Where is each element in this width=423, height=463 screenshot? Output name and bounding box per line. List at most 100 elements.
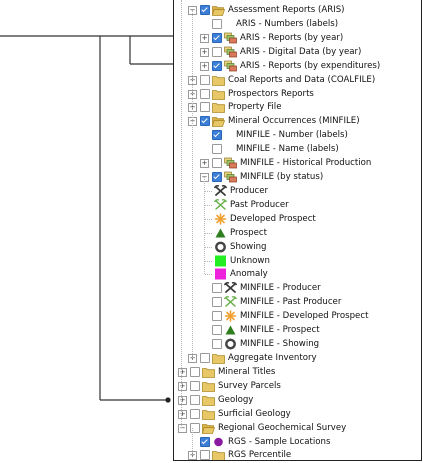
showing-ring-icon bbox=[214, 241, 227, 253]
layer-label: Prospect bbox=[230, 227, 267, 238]
layer-visibility-checkbox[interactable] bbox=[200, 450, 210, 460]
tree-connector-line bbox=[205, 274, 212, 276]
layer-label: MINFILE - Historical Production bbox=[240, 158, 372, 169]
layer-row[interactable]: + Aggregate Inventory bbox=[174, 351, 421, 365]
layer-visibility-checkbox[interactable] bbox=[212, 60, 222, 71]
folder-icon bbox=[212, 352, 225, 364]
layer-visibility-checkbox[interactable] bbox=[212, 283, 222, 294]
folder-icon bbox=[202, 380, 215, 392]
prospect-triangle-icon bbox=[224, 324, 237, 336]
expand-toggle-icon[interactable]: + bbox=[178, 409, 187, 419]
layer-visibility-checkbox[interactable] bbox=[200, 5, 210, 15]
layer-tree-panel: − Assessment Reports (ARIS) ARIS - Numbers… bbox=[173, 0, 422, 461]
layer-row[interactable]: − Assessment Reports (ARIS) bbox=[174, 3, 421, 17]
layer-visibility-checkbox[interactable] bbox=[200, 74, 210, 85]
layer-visibility-checkbox[interactable] bbox=[212, 297, 222, 308]
layer-visibility-checkbox[interactable] bbox=[212, 32, 222, 43]
layer-visibility-checkbox[interactable] bbox=[212, 130, 222, 141]
layer-visibility-checkbox[interactable] bbox=[212, 339, 222, 350]
folder-open-icon bbox=[211, 115, 226, 128]
layer-row[interactable]: − Regional Geochemical Survey bbox=[174, 421, 421, 435]
producer-pick-icon bbox=[213, 184, 228, 197]
layer-row[interactable]: MINFILE - Showing bbox=[174, 337, 421, 351]
layer-label: MINFILE - Showing bbox=[240, 339, 320, 350]
layer-visibility-checkbox[interactable] bbox=[190, 366, 200, 377]
layer-visibility-checkbox[interactable] bbox=[190, 394, 200, 405]
tree-connector-line bbox=[205, 190, 212, 192]
layer-visibility-checkbox[interactable] bbox=[200, 116, 210, 127]
layer-row[interactable]: − Mineral Occurrences (MINFILE) bbox=[174, 114, 421, 128]
layer-visibility-checkbox[interactable] bbox=[212, 46, 222, 57]
anomaly-square-icon bbox=[214, 268, 227, 280]
layer-row[interactable]: MINFILE - Producer bbox=[174, 281, 421, 295]
layer-row[interactable]: MINFILE - Name (labels) bbox=[174, 142, 421, 156]
tree-connector-line bbox=[192, 10, 193, 358]
layer-visibility-checkbox[interactable] bbox=[212, 144, 222, 155]
layer-visibility-checkbox[interactable] bbox=[212, 311, 222, 322]
layer-label: Property File bbox=[228, 102, 282, 113]
layer-label: MINFILE - Past Producer bbox=[240, 297, 342, 308]
layer-row[interactable]: RGS - Sample Locations bbox=[174, 435, 421, 449]
layer-label: MINFILE - Name (labels) bbox=[236, 144, 339, 155]
expand-toggle-icon[interactable]: + bbox=[200, 159, 209, 169]
folder-icon bbox=[202, 366, 215, 378]
layer-label: Prospectors Reports bbox=[228, 88, 314, 99]
layer-label: Regional Geochemical Survey bbox=[218, 422, 347, 433]
layer-row[interactable]: + Prospectors Reports bbox=[174, 87, 421, 101]
expand-toggle-icon[interactable]: + bbox=[200, 47, 209, 57]
layer-label: ARIS - Digital Data (by year) bbox=[240, 46, 362, 57]
layer-row[interactable]: + ARIS - Reports (by expenditures) bbox=[174, 59, 421, 73]
layer-row[interactable]: MINFILE - Past Producer bbox=[174, 295, 421, 309]
layer-row[interactable]: MINFILE - Prospect bbox=[174, 323, 421, 337]
layer-row[interactable]: − MINFILE (by status) bbox=[174, 170, 421, 184]
layer-row[interactable]: + Survey Parcels bbox=[174, 379, 421, 393]
layer-row[interactable]: + RGS Percentile bbox=[174, 448, 421, 461]
collapse-toggle-icon[interactable]: − bbox=[178, 423, 187, 433]
layer-row[interactable]: + Geology bbox=[174, 393, 421, 407]
layer-group-icon bbox=[224, 32, 237, 44]
layer-visibility-checkbox[interactable] bbox=[212, 325, 222, 336]
layer-row[interactable]: + ARIS - Digital Data (by year) bbox=[174, 45, 421, 59]
developed-prospect-star-icon bbox=[224, 310, 237, 323]
layer-label: Past Producer bbox=[230, 199, 289, 210]
layer-label: Mineral Titles bbox=[218, 366, 276, 377]
layer-label: RGS - Sample Locations bbox=[228, 436, 331, 447]
layer-row[interactable]: + ARIS - Reports (by year) bbox=[174, 31, 421, 45]
layer-row[interactable]: ARIS - Numbers (labels) bbox=[174, 17, 421, 31]
layer-label: Anomaly bbox=[230, 269, 268, 280]
expand-toggle-icon[interactable]: + bbox=[200, 61, 209, 71]
layer-visibility-checkbox[interactable] bbox=[200, 353, 210, 363]
layer-row[interactable]: MINFILE - Number (labels) bbox=[174, 128, 421, 142]
layer-label: Mineral Occurrences (MINFILE) bbox=[228, 116, 360, 127]
layer-label: MINFILE (by status) bbox=[240, 172, 324, 183]
expand-toggle-icon[interactable]: + bbox=[178, 381, 187, 391]
expand-toggle-icon[interactable]: + bbox=[200, 33, 209, 43]
layer-visibility-checkbox[interactable] bbox=[200, 436, 210, 447]
folder-open-icon bbox=[201, 422, 216, 434]
tree-connector-line bbox=[205, 232, 212, 234]
past-producer-icon bbox=[223, 296, 238, 308]
layer-row[interactable]: + Mineral Titles bbox=[174, 365, 421, 379]
layer-visibility-checkbox[interactable] bbox=[200, 102, 210, 113]
layer-visibility-checkbox[interactable] bbox=[190, 380, 200, 391]
layer-row[interactable]: + Property File bbox=[174, 100, 421, 114]
folder-icon bbox=[212, 74, 225, 86]
layer-label: Coal Reports and Data (COALFILE) bbox=[228, 74, 376, 85]
layer-row[interactable]: + Surficial Geology bbox=[174, 407, 421, 421]
layer-visibility-checkbox[interactable] bbox=[190, 408, 200, 419]
layer-row[interactable]: + MINFILE - Historical Production bbox=[174, 156, 421, 170]
layer-label: RGS Percentile bbox=[228, 450, 292, 461]
layer-visibility-checkbox[interactable] bbox=[200, 88, 210, 99]
layer-label: Aggregate Inventory bbox=[228, 353, 317, 363]
layer-visibility-checkbox[interactable] bbox=[212, 18, 222, 29]
prospect-triangle-icon bbox=[214, 227, 227, 239]
folder-icon bbox=[212, 449, 225, 460]
expand-toggle-icon[interactable]: + bbox=[178, 367, 187, 377]
layer-visibility-checkbox[interactable] bbox=[212, 172, 222, 183]
layer-row[interactable]: MINFILE - Developed Prospect bbox=[174, 309, 421, 323]
layer-label: Surficial Geology bbox=[218, 408, 291, 419]
layer-visibility-checkbox[interactable] bbox=[212, 158, 222, 169]
expand-toggle-icon[interactable]: + bbox=[178, 395, 187, 405]
layer-label: MINFILE - Producer bbox=[240, 283, 321, 294]
layer-row[interactable]: + Coal Reports and Data (COALFILE) bbox=[174, 73, 421, 87]
